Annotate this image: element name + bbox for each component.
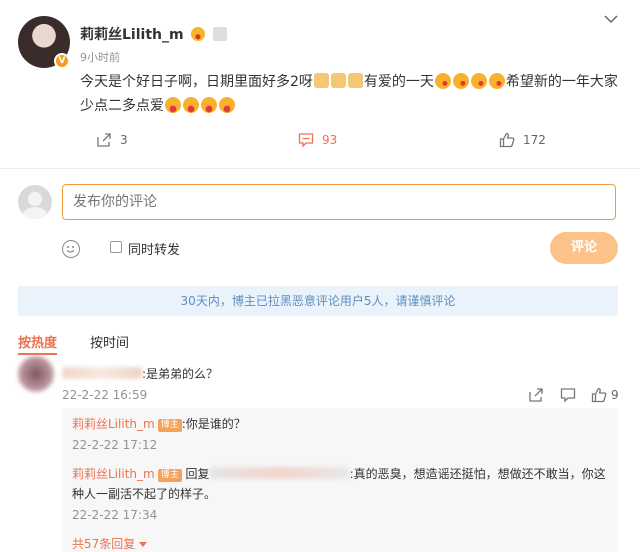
share-button[interactable]: 3 [96, 132, 128, 148]
like-button[interactable]: 172 [499, 132, 546, 148]
thumbs-up-emoji-icon [330, 73, 346, 88]
comment-input[interactable] [62, 184, 616, 220]
reply-author-name[interactable]: 莉莉丝Lilith_m [72, 467, 155, 481]
kiss-emoji-icon [470, 73, 487, 89]
reply-time: 22-2-22 17:12 [72, 438, 158, 452]
caret-down-icon [139, 542, 148, 547]
comment-reply-button[interactable] [560, 387, 576, 403]
comment-icon [298, 133, 314, 148]
tab-sort-hot[interactable]: 按热度 [18, 332, 58, 355]
thumbs-up-emoji-icon [313, 73, 329, 88]
tongue-emoji-icon [219, 97, 235, 113]
kiss-emoji-icon [488, 73, 505, 89]
comment-text: :是弟弟的么？ [62, 365, 218, 382]
verified-badge-icon: V [54, 53, 70, 69]
author-name[interactable]: 莉莉丝Lilith_m [80, 24, 228, 44]
tongue-emoji-icon [183, 97, 199, 113]
emoji-picker-icon[interactable] [62, 240, 80, 258]
comment-time: 22-2-22 16:59 [62, 388, 148, 402]
tab-sort-time[interactable]: 按时间 [90, 332, 129, 351]
commenter-avatar[interactable] [18, 356, 54, 392]
forward-label[interactable]: 同时转发 [128, 239, 180, 258]
post-text: 今天是个好日子啊，日期里面好多2呀 有爱的一天 希望新的一年大家少点二多点爱 [80, 73, 618, 114]
kiss-emoji-icon [434, 73, 451, 89]
reply-item: 莉莉丝Lilith_m 博主:你是谁的？ [72, 417, 246, 432]
comment-share-button[interactable] [528, 387, 544, 403]
thumbs-up-icon [499, 132, 515, 148]
comment-icon [560, 388, 576, 403]
tongue-emoji-icon [165, 97, 181, 113]
chevron-down-icon[interactable] [604, 12, 618, 28]
thumbs-up-icon [591, 387, 607, 403]
commenter-name[interactable] [62, 367, 142, 379]
author-badge: 博主 [157, 419, 182, 432]
divider [0, 168, 640, 169]
post-action-bar: 3 93 172 [0, 132, 640, 156]
reply-author-name[interactable]: 莉莉丝Lilith_m [72, 417, 155, 431]
my-avatar [18, 185, 52, 219]
share-icon [529, 388, 543, 402]
reply-time: 22-2-22 17:34 [72, 508, 158, 522]
kiss-emoji-icon [452, 73, 469, 89]
share-icon [97, 133, 111, 147]
comment-button[interactable]: 93 [298, 132, 337, 148]
author-badge: 博主 [157, 469, 182, 482]
moderation-notice: 30天内，博主已拉黑恶意评论用户5人，请谨慎评论 [18, 286, 618, 316]
tongue-emoji-icon [201, 97, 217, 113]
reply-item: 莉莉丝Lilith_m 博主 回复:真的恶臭，想造谣还挺怕，想做还不敢当，你这种人… [72, 467, 606, 501]
comment-like-button[interactable]: 9 [591, 387, 619, 403]
forward-checkbox[interactable] [110, 241, 122, 253]
thumbs-up-emoji-icon [347, 73, 363, 88]
badge-icon [213, 27, 228, 41]
more-replies-link[interactable]: 共57条回复 [72, 535, 148, 552]
replied-user-name[interactable] [209, 467, 350, 479]
submit-comment-button[interactable]: 评论 [550, 232, 618, 264]
post-time[interactable]: 9小时前 [80, 49, 120, 65]
emoji-icon [191, 27, 206, 41]
